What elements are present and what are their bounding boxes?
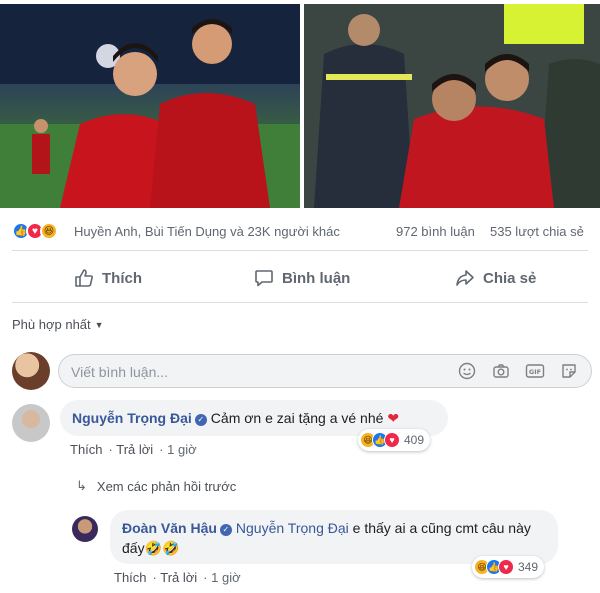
comment-count[interactable]: 972 bình luận [396,224,475,239]
verified-badge-icon: ✓ [219,524,232,536]
caret-down-icon: ▼ [94,319,104,330]
sticker-icon[interactable] [559,361,579,381]
haha-reaction-icon: 😆 [40,222,58,240]
comment-sort-dropdown[interactable]: Phù hợp nhất ▼ [12,317,104,332]
photo-right-art [304,4,600,208]
share-count[interactable]: 535 lượt chia sẻ [490,224,584,239]
verified-badge-icon: ✓ [194,414,207,426]
comment-bubble-icon [255,270,273,287]
commenter-avatar[interactable] [72,516,98,542]
comment-button-label: Bình luận [282,269,351,287]
photo-left-art [0,4,300,208]
comment-reply-link[interactable]: Trả lời [160,570,197,585]
post-photos [0,0,600,210]
thumbs-up-icon [75,269,93,287]
comment-sort-label: Phù hợp nhất [12,317,91,332]
comment: Nguyễn Trọng Đại ✓ Cảm ơn e zai tặng a vé … [12,400,600,470]
like-button-label: Thích [102,269,142,287]
reaction-icons[interactable]: 👍 ♥ 😆 [12,222,58,240]
comment-like-link[interactable]: Thích [70,442,103,457]
camera-icon[interactable] [491,361,511,381]
reaction-summary: 👍 ♥ 😆 Huyền Anh, Bùi Tiến Dụng và 23K ng… [0,214,600,248]
share-button-label: Chia sẻ [483,269,537,287]
like-button[interactable]: Thích [74,258,142,298]
svg-text:GIF: GIF [529,368,541,376]
post-actions: Thích Bình luận Chia sẻ [0,258,600,298]
emoji-icon[interactable] [457,361,477,381]
view-previous-replies[interactable]: ↳ Xem các phản hồi trước [76,478,236,494]
comment-meta: Thích · Trả lời · 1 giờ [70,442,197,457]
comment-input[interactable] [71,362,451,382]
share-arrow-icon [456,270,474,286]
reply-arrow-icon: ↳ [76,478,87,493]
comment-text: Cảm ơn e zai tặng a vé nhé [210,410,384,426]
commenter-avatar[interactable] [12,404,50,442]
comment-timestamp[interactable]: 1 giờ [211,570,241,585]
comment-reactions[interactable]: 😆 👍 ♥ 409 [358,429,431,451]
heart-icon: ❤ [387,410,400,426]
love-reaction-icon: ♥ [384,432,400,448]
share-button[interactable]: Chia sẻ [455,258,536,298]
comment-like-link[interactable]: Thích [114,570,147,585]
post-photo-left[interactable] [0,4,300,208]
gif-icon[interactable]: GIF [525,361,545,381]
comment-reply-link[interactable]: Trả lời [116,442,153,457]
current-user-avatar[interactable] [12,352,50,390]
laughing-emoji-icon: 🤣🤣 [144,540,180,556]
love-reaction-icon: ♥ [498,559,514,575]
reaction-names[interactable]: Huyền Anh, Bùi Tiến Dụng và 23K người kh… [74,224,340,239]
comment-author[interactable]: Nguyễn Trọng Đại [72,410,192,426]
view-previous-label: Xem các phản hồi trước [96,478,237,494]
reply-comment: Đoàn Văn Hậu ✓ Nguyễn Trọng Đại e thấy ai … [72,508,600,590]
comment-input-box: GIF [58,354,592,388]
comment-author[interactable]: Đoàn Văn Hậu [122,520,217,536]
reaction-count: 349 [518,560,539,574]
reaction-count: 409 [404,433,425,447]
comment-meta: Thích · Trả lời · 1 giờ [114,570,241,585]
post-photo-right[interactable] [304,4,600,208]
divider [12,250,588,251]
comment-reactions[interactable]: 😆 👍 ♥ 349 [472,556,545,578]
comment-composer: GIF [12,352,600,390]
mentioned-user[interactable]: Nguyễn Trọng Đại [236,520,349,536]
comment-timestamp[interactable]: 1 giờ [167,442,197,457]
divider [12,302,588,303]
comment-button[interactable]: Bình luận [254,258,350,298]
